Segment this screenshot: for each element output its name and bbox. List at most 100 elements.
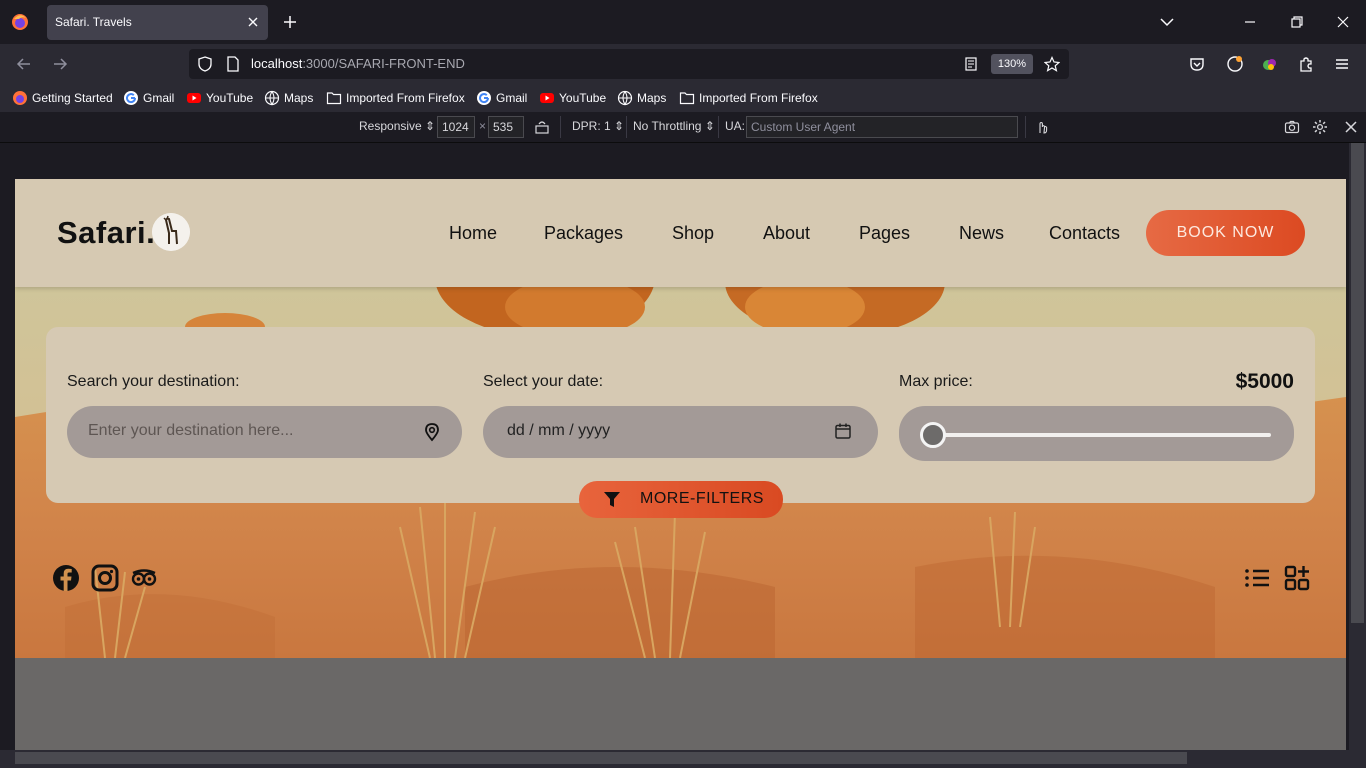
throttling-label: No Throttling xyxy=(633,119,702,133)
bookmark-label: Gmail xyxy=(143,91,175,105)
shield-icon[interactable] xyxy=(197,56,213,72)
youtube-icon xyxy=(540,93,554,103)
folder-icon xyxy=(679,92,695,105)
bookmark-label: Gmail xyxy=(496,91,528,105)
nav-news[interactable]: News xyxy=(959,223,1004,244)
rotate-viewport-icon[interactable] xyxy=(534,119,550,135)
bookmark-gmail[interactable]: Gmail xyxy=(123,90,174,106)
youtube-icon xyxy=(187,93,201,103)
nav-about[interactable]: About xyxy=(763,223,810,244)
bookmark-folder[interactable]: Imported From Firefox xyxy=(326,90,465,106)
nav-packages[interactable]: Packages xyxy=(544,223,623,244)
pocket-icon[interactable] xyxy=(1188,55,1206,73)
bookmark-maps[interactable]: Maps xyxy=(264,90,313,106)
user-agent-input[interactable]: Custom User Agent xyxy=(746,116,1018,138)
google-icon xyxy=(124,91,138,105)
price-label: Max price: xyxy=(899,373,973,390)
url-path: :3000/SAFARI-FRONT-END xyxy=(302,56,465,71)
bookmark-youtube[interactable]: YouTube xyxy=(539,90,606,106)
more-filters-label: MORE-FILTERS xyxy=(640,490,764,507)
firefox-icon[interactable] xyxy=(11,13,29,31)
globe-icon xyxy=(264,90,280,106)
price-slider[interactable] xyxy=(899,406,1294,461)
bookmark-label: YouTube xyxy=(559,91,607,105)
bookmark-youtube[interactable]: YouTube xyxy=(186,90,253,106)
date-input[interactable]: dd / mm / yyyy xyxy=(483,406,878,458)
extension-colorful-icon[interactable] xyxy=(1261,55,1279,73)
device-selector[interactable]: Responsive ⇕ xyxy=(359,119,435,133)
filter-funnel-icon xyxy=(604,492,620,507)
settings-gear-icon[interactable] xyxy=(1312,119,1328,135)
page-overflow-area xyxy=(15,658,1346,750)
slider-track[interactable] xyxy=(933,433,1271,437)
facebook-icon[interactable] xyxy=(52,564,80,592)
price-value: $5000 xyxy=(1235,370,1294,393)
date-placeholder: dd / mm / yyyy xyxy=(507,422,611,439)
bookmark-getting-started[interactable]: Getting Started xyxy=(12,90,113,106)
browser-tab[interactable]: Safari. Travels xyxy=(47,5,268,40)
nav-shop[interactable]: Shop xyxy=(672,223,714,244)
page-icon xyxy=(227,56,239,72)
viewport-height-input[interactable]: 535 xyxy=(488,116,524,138)
bookmark-star-icon[interactable] xyxy=(1044,56,1060,72)
close-window-icon[interactable] xyxy=(1334,13,1352,31)
horizontal-scrollbar-thumb[interactable] xyxy=(15,752,1187,764)
extensions-icon[interactable] xyxy=(1297,55,1315,73)
close-rdm-icon[interactable] xyxy=(1343,119,1359,135)
giraffe-icon xyxy=(152,213,190,251)
destination-input[interactable]: Enter your destination here... xyxy=(67,406,462,458)
google-icon xyxy=(477,91,491,105)
responsive-design-toolbar: Responsive ⇕ 1024 × 535 DPR: 1 ⇕ No Thro… xyxy=(0,112,1366,143)
screenshot-icon[interactable] xyxy=(1284,119,1300,135)
navigation-toolbar: localhost:3000/SAFARI-FRONT-END 130% xyxy=(0,44,1366,84)
bookmark-maps[interactable]: Maps xyxy=(617,90,666,106)
folder-icon xyxy=(326,92,342,105)
reader-view-icon[interactable] xyxy=(963,56,979,72)
bookmark-folder[interactable]: Imported From Firefox xyxy=(679,90,818,106)
url-host: localhost xyxy=(251,56,303,71)
url-text[interactable]: localhost:3000/SAFARI-FRONT-END xyxy=(251,56,465,71)
list-all-tabs-icon[interactable] xyxy=(1158,13,1176,31)
firefox-icon xyxy=(13,91,27,105)
web-page: Safari. Home Packages Shop About Pages N… xyxy=(15,179,1346,658)
forward-icon[interactable] xyxy=(51,55,69,73)
globe-icon xyxy=(617,90,633,106)
close-tab-icon[interactable] xyxy=(246,15,260,29)
search-panel: Search your destination: Enter your dest… xyxy=(46,327,1315,503)
destination-label: Search your destination: xyxy=(67,373,240,390)
toolbar-divider xyxy=(560,116,561,138)
account-icon[interactable] xyxy=(1226,55,1244,73)
slider-thumb[interactable] xyxy=(920,422,946,448)
browser-tab-bar: Safari. Travels xyxy=(0,0,1366,44)
throttling-selector[interactable]: No Throttling ⇕ xyxy=(633,119,715,133)
new-tab-icon[interactable] xyxy=(281,13,299,31)
viewport-width-input[interactable]: 1024 xyxy=(437,116,475,138)
book-now-button[interactable]: BOOK NOW xyxy=(1146,210,1305,256)
nav-contacts[interactable]: Contacts xyxy=(1049,223,1120,244)
instagram-icon[interactable] xyxy=(91,564,119,592)
nav-home[interactable]: Home xyxy=(449,223,497,244)
bookmark-gmail[interactable]: Gmail xyxy=(476,90,527,106)
tripadvisor-icon[interactable] xyxy=(130,564,158,592)
grid-add-icon[interactable] xyxy=(1283,564,1311,592)
touch-simulation-icon[interactable] xyxy=(1034,119,1050,135)
zoom-level[interactable]: 130% xyxy=(991,54,1033,74)
tab-title: Safari. Travels xyxy=(55,15,132,29)
location-pin-icon[interactable] xyxy=(422,422,442,442)
vertical-scrollbar-thumb[interactable] xyxy=(1351,143,1364,623)
site-header: Safari. Home Packages Shop About Pages N… xyxy=(15,179,1346,287)
nav-pages[interactable]: Pages xyxy=(859,223,910,244)
destination-placeholder: Enter your destination here... xyxy=(88,422,294,439)
menu-icon[interactable] xyxy=(1333,55,1351,73)
back-icon[interactable] xyxy=(15,55,33,73)
dpr-selector[interactable]: DPR: 1 ⇕ xyxy=(572,119,624,133)
restore-icon[interactable] xyxy=(1288,13,1306,31)
bookmarks-toolbar: Getting Started Gmail YouTube Maps Impor… xyxy=(0,84,1366,112)
list-view-icon[interactable] xyxy=(1243,564,1271,592)
calendar-icon[interactable] xyxy=(834,422,852,440)
site-logo[interactable]: Safari. xyxy=(57,215,155,251)
minimize-icon[interactable] xyxy=(1241,13,1259,31)
url-bar[interactable]: localhost:3000/SAFARI-FRONT-END 130% xyxy=(189,49,1069,79)
dimension-separator: × xyxy=(479,119,487,133)
more-filters-button[interactable]: MORE-FILTERS xyxy=(579,481,783,518)
